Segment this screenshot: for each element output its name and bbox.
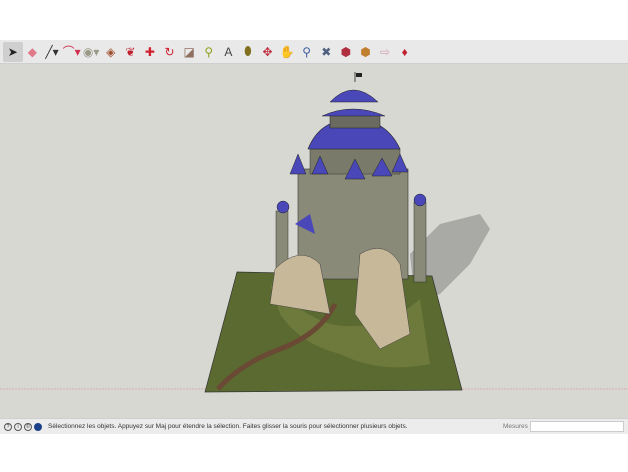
shapes-icon: ◉▾	[82, 44, 100, 59]
extension-manager-tool-button[interactable]: ♦	[395, 42, 415, 62]
send-to-layout-tool-button[interactable]: ⇨	[375, 42, 395, 62]
rotate-icon: ↻	[164, 44, 175, 59]
toolbar: ➤ ◆ ╱▾ ⌒▾ ◉▾ ◈ ❦ ✚ ↻ ◪ ⚲ A ⬮ ✥ ✋ ⚲ ✖ ⬢ ⬢ ⇨ ♦	[0, 40, 628, 64]
tape-measure-icon: ⚲	[204, 44, 214, 59]
shapes-tool-button[interactable]: ◉▾	[81, 42, 101, 62]
extension-manager-icon: ♦	[401, 44, 408, 59]
pencil-line-icon: ╱▾	[45, 44, 59, 59]
zoom-icon: ⚲	[302, 44, 312, 59]
3d-warehouse-tool-button[interactable]: ⬢	[336, 42, 356, 62]
follow-me-tool-button[interactable]: ❦	[121, 42, 141, 62]
arc-icon: ⌒▾	[62, 45, 81, 59]
eraser-icon: ◆	[27, 44, 37, 59]
credits-icon[interactable]: ©	[24, 422, 32, 431]
extension-warehouse-tool-button[interactable]: ⬢	[356, 42, 376, 62]
move-icon: ✚	[144, 44, 155, 59]
follow-me-icon: ❦	[125, 44, 136, 59]
paint-bucket-icon: ⬮	[244, 44, 252, 58]
orbit-tool-button[interactable]: ✥	[258, 42, 278, 62]
send-to-layout-icon: ⇨	[380, 44, 391, 59]
push-pull-tool-button[interactable]: ◈	[101, 42, 121, 62]
user-icon[interactable]	[34, 422, 42, 431]
select-icon: ➤	[7, 44, 18, 59]
scale-tool-button[interactable]: ◪	[179, 42, 199, 62]
arc-tool-button[interactable]: ⌒▾	[62, 42, 82, 62]
model-scene	[0, 72, 628, 393]
eraser-tool-button[interactable]: ◆	[23, 42, 43, 62]
orbit-icon: ✥	[262, 44, 273, 59]
scale-icon: ◪	[183, 44, 195, 59]
paint-bucket-tool-button[interactable]: ⬮	[238, 42, 258, 62]
select-tool-button[interactable]: ➤	[3, 41, 23, 62]
rotate-tool-button[interactable]: ↻	[160, 42, 180, 62]
pencil-line-tool-button[interactable]: ╱▾	[42, 42, 62, 62]
status-bar: ? i © Sélectionnez les objets. Appuyez s…	[0, 418, 628, 434]
3d-warehouse-icon: ⬢	[340, 44, 352, 59]
3d-viewport[interactable]	[0, 64, 628, 418]
geolocation-icon[interactable]: i	[14, 422, 22, 431]
measures-label: Mesures	[503, 423, 528, 430]
zoom-tool-button[interactable]: ⚲	[297, 42, 317, 62]
move-tool-button[interactable]: ✚	[140, 42, 160, 62]
zoom-extents-tool-button[interactable]: ✖	[317, 42, 337, 62]
info-icon[interactable]: ?	[4, 422, 12, 431]
extension-warehouse-icon: ⬢	[360, 44, 371, 59]
text-tool-button[interactable]: A	[219, 42, 239, 62]
zoom-extents-icon: ✖	[321, 44, 332, 59]
status-message: Sélectionnez les objets. Appuyez sur Maj…	[48, 423, 408, 430]
measures-input[interactable]	[530, 421, 624, 432]
text-icon: A	[224, 44, 233, 59]
tape-measure-tool-button[interactable]: ⚲	[199, 42, 219, 62]
pan-icon: ✋	[279, 44, 295, 59]
push-pull-icon: ◈	[106, 44, 116, 59]
pan-tool-button[interactable]: ✋	[277, 42, 297, 62]
